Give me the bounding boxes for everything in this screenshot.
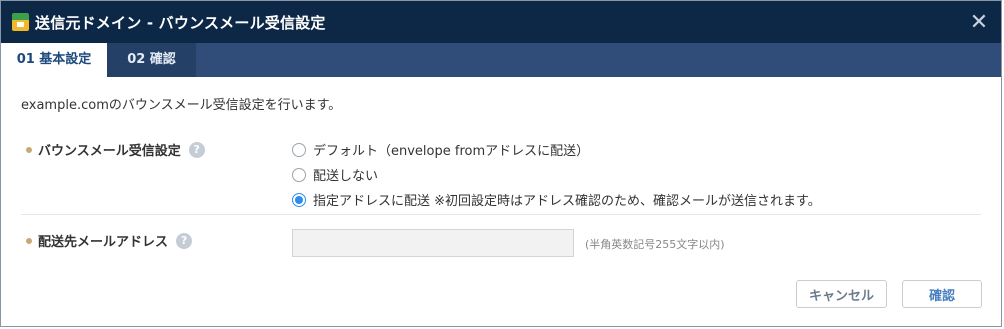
radio-button-selected[interactable] xyxy=(292,192,306,207)
destination-label: 配送先メールアドレス xyxy=(38,235,169,250)
radio-option-no-delivery[interactable]: 配送しない xyxy=(292,165,378,184)
intro-text: example.comのバウンスメール受信設定を行います。 xyxy=(21,98,342,113)
radio-option-label: デフォルト（envelope fromアドレスに配送） xyxy=(313,144,590,159)
help-icon[interactable]: ? xyxy=(188,141,205,158)
close-icon[interactable]: ✕ xyxy=(957,1,1001,43)
tab-basic-settings[interactable]: 01 基本設定 xyxy=(1,43,107,77)
cancel-button[interactable]: キャンセル xyxy=(796,280,887,308)
confirm-button[interactable]: 確認 xyxy=(902,280,982,308)
radio-option-specified-address[interactable]: 指定アドレスに配送 ※初回設定時はアドレス確認のため、確認メールが送信されます。 xyxy=(292,190,821,209)
input-hint: (半角英数記号255文字以内) xyxy=(585,238,725,251)
help-icon[interactable]: ? xyxy=(176,232,193,249)
radio-option-default[interactable]: デフォルト（envelope fromアドレスに配送） xyxy=(292,140,589,159)
radio-button[interactable] xyxy=(292,142,306,157)
radio-option-label: 配送しない xyxy=(313,169,379,184)
bounce-settings-dialog: 送信元ドメイン - バウンスメール受信設定 ✕ 01 基本設定 02 確認 ex… xyxy=(0,0,1002,327)
bullet-icon xyxy=(26,146,32,153)
radio-option-label: 指定アドレスに配送 ※初回設定時はアドレス確認のため、確認メールが送信されます。 xyxy=(313,194,821,209)
dialog-title: 送信元ドメイン - バウンスメール受信設定 xyxy=(35,13,326,32)
app-logo-icon xyxy=(12,13,29,31)
destination-email-input[interactable] xyxy=(292,229,574,257)
bounce-setting-label: バウンスメール受信設定 xyxy=(38,144,181,159)
bounce-setting-label-row: バウンスメール受信設定 ? xyxy=(26,140,205,159)
tab-confirm[interactable]: 02 確認 xyxy=(107,43,196,77)
dialog-titlebar: 送信元ドメイン - バウンスメール受信設定 ✕ xyxy=(1,1,1001,43)
section-divider xyxy=(21,214,981,215)
bullet-icon xyxy=(26,237,32,244)
destination-label-row: 配送先メールアドレス ? xyxy=(26,231,193,250)
step-tabs: 01 基本設定 02 確認 xyxy=(1,43,1001,77)
radio-button[interactable] xyxy=(292,167,306,182)
